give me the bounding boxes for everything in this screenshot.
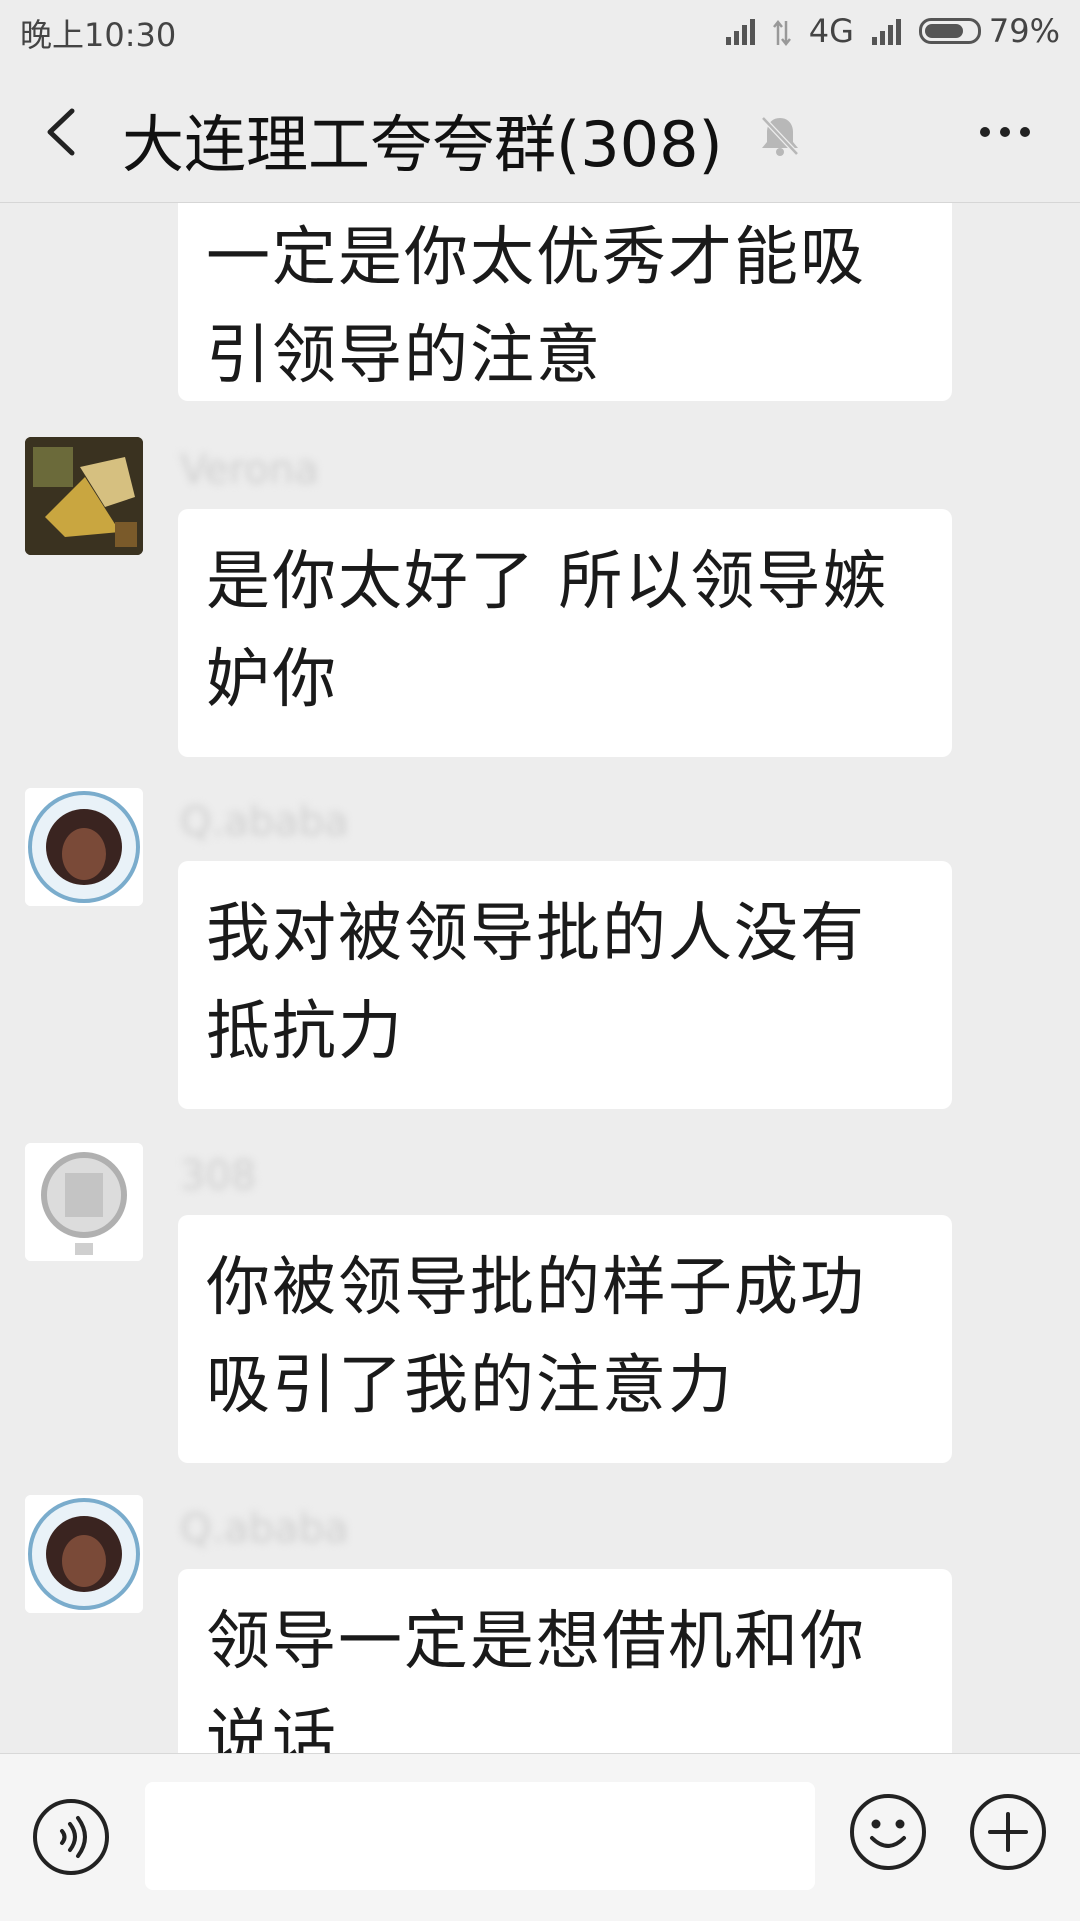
more-dot bbox=[980, 127, 990, 137]
chat-title: 大连理工夸夸群(308) bbox=[122, 108, 723, 181]
sender-name: Q.ababa bbox=[180, 799, 349, 845]
battery-fill bbox=[924, 24, 964, 38]
avatar[interactable] bbox=[25, 1143, 143, 1261]
avatar[interactable] bbox=[25, 1495, 143, 1613]
message-text: 一定是你太优秀才能吸引领导的注意 bbox=[206, 221, 866, 393]
emoji-icon bbox=[850, 1794, 926, 1870]
avatar[interactable] bbox=[25, 437, 143, 555]
message-bubble[interactable]: 是你太好了 所以领导嫉妒你 bbox=[178, 509, 952, 757]
more-button[interactable] bbox=[970, 102, 1040, 162]
chat-message-list[interactable]: 一定是你太优秀才能吸引领导的注意 Verona 是你太好了 所以领导嫉妒你 Q.… bbox=[0, 203, 1080, 1753]
status-bar: 晚上10:30 4G 79% bbox=[0, 0, 1080, 62]
status-right: 4G 79% bbox=[725, 12, 1060, 50]
message-text: 领导一定是想借机和你说话 bbox=[206, 1605, 866, 1753]
sender-name: Verona bbox=[180, 447, 319, 493]
battery-indicator: 79% bbox=[918, 12, 1060, 50]
avatar-image bbox=[25, 788, 143, 906]
chat-input-bar bbox=[0, 1753, 1080, 1921]
avatar-image bbox=[25, 1143, 143, 1261]
data-transfer-icon bbox=[772, 17, 791, 47]
signal-icon-2 bbox=[871, 17, 901, 45]
message-bubble[interactable]: 我对被领导批的人没有抵抗力 bbox=[178, 861, 952, 1109]
back-button[interactable] bbox=[30, 102, 90, 162]
chat-header: 大连理工夸夸群(308) bbox=[0, 62, 1080, 203]
avatar[interactable] bbox=[25, 788, 143, 906]
message-text: 我对被领导批的人没有抵抗力 bbox=[206, 897, 866, 1069]
more-dot bbox=[1020, 127, 1030, 137]
avatar-image bbox=[25, 1495, 143, 1613]
plus-button[interactable] bbox=[968, 1792, 1048, 1872]
more-dot bbox=[1000, 127, 1010, 137]
network-type: 4G bbox=[808, 12, 854, 50]
battery-icon bbox=[918, 18, 981, 44]
status-time: 晚上10:30 bbox=[20, 16, 177, 54]
message-input[interactable] bbox=[145, 1782, 815, 1890]
signal-icon bbox=[725, 17, 755, 45]
chevron-left-icon bbox=[47, 108, 75, 156]
avatar-image bbox=[25, 437, 143, 555]
message-text: 是你太好了 所以领导嫉妒你 bbox=[206, 545, 889, 717]
battery-percent: 79% bbox=[988, 12, 1060, 50]
emoji-button[interactable] bbox=[848, 1792, 928, 1872]
message-bubble[interactable]: 一定是你太优秀才能吸引领导的注意 bbox=[178, 203, 952, 401]
plus-icon bbox=[970, 1794, 1046, 1870]
sender-name: 308 bbox=[180, 1153, 257, 1199]
message-text: 你被领导批的样子成功吸引了我的注意力 bbox=[206, 1251, 866, 1423]
message-bubble[interactable]: 领导一定是想借机和你说话 bbox=[178, 1569, 952, 1753]
bell-off-icon bbox=[755, 110, 805, 160]
voice-icon bbox=[33, 1799, 109, 1875]
sender-name: Q.ababa bbox=[180, 1506, 349, 1552]
message-bubble[interactable]: 你被领导批的样子成功吸引了我的注意力 bbox=[178, 1215, 952, 1463]
voice-button[interactable] bbox=[32, 1798, 110, 1876]
